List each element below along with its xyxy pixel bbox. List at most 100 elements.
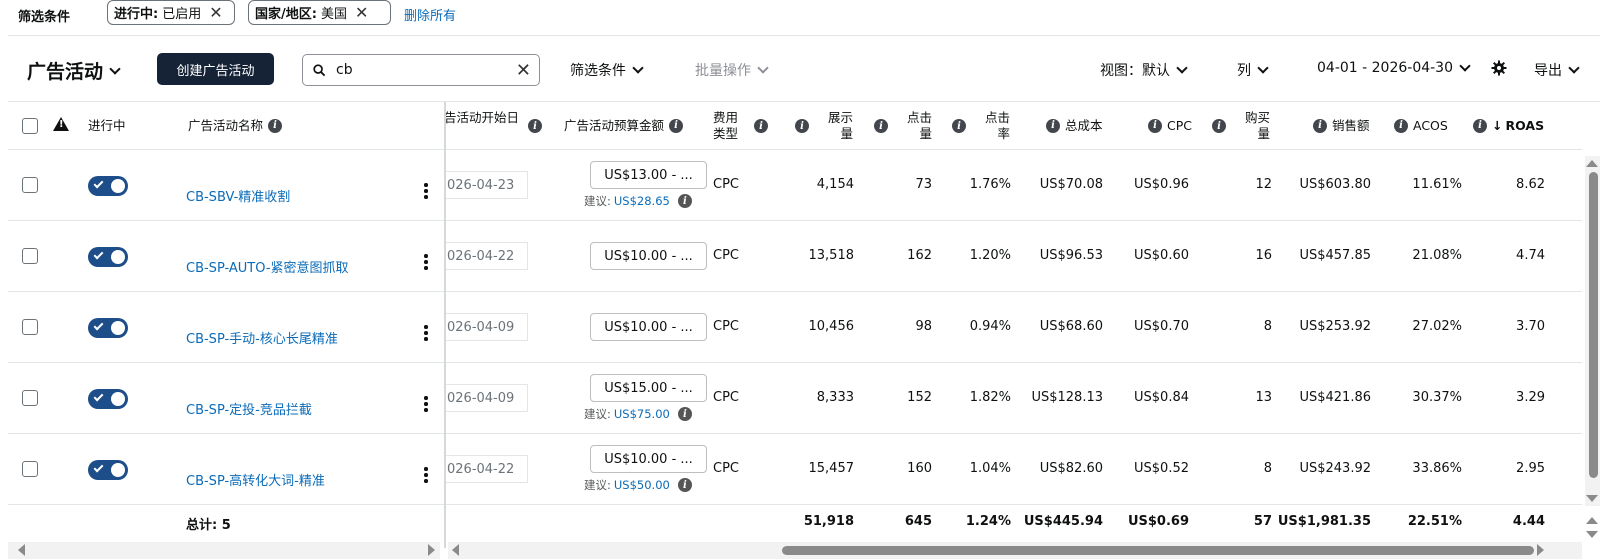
scroll-up-arrow-icon[interactable]: [1586, 517, 1598, 524]
info-icon[interactable]: i: [528, 119, 542, 133]
gear-icon[interactable]: [1491, 60, 1507, 76]
header-impressions[interactable]: 展示 量: [813, 102, 853, 150]
suggestion-value-link[interactable]: US$28.65: [614, 194, 670, 208]
header-cpc[interactable]: i CPC: [1148, 102, 1192, 150]
search-input[interactable]: [336, 62, 506, 78]
budget-input[interactable]: US$10.00 - ...: [590, 242, 707, 270]
info-icon[interactable]: i: [1473, 119, 1487, 133]
info-icon[interactable]: i: [874, 119, 888, 133]
header-acos[interactable]: i ACOS: [1394, 102, 1448, 150]
row-checkbox[interactable]: [22, 319, 38, 335]
info-icon[interactable]: i: [268, 119, 283, 133]
horizontal-scroll-thumb[interactable]: [782, 546, 1534, 555]
scroll-down-arrow-icon[interactable]: [1586, 495, 1598, 502]
info-icon[interactable]: i: [677, 407, 692, 421]
suggestion-value-link[interactable]: US$75.00: [614, 407, 670, 421]
purchases: 13: [1255, 390, 1272, 405]
more-options-icon[interactable]: [424, 254, 428, 270]
info-icon[interactable]: i: [952, 119, 966, 133]
suggestion-value-link[interactable]: US$50.00: [614, 478, 670, 492]
active-toggle[interactable]: [88, 247, 128, 267]
campaign-name-link[interactable]: CB-SP-高转化大词-精准: [186, 470, 325, 489]
row-checkbox[interactable]: [22, 461, 38, 477]
info-icon[interactable]: i: [1046, 119, 1060, 133]
active-toggle[interactable]: [88, 460, 128, 480]
filter-dropdown[interactable]: 筛选条件: [570, 60, 644, 80]
budget-input[interactable]: US$10.00 - ...: [590, 445, 707, 473]
info-icon[interactable]: i: [795, 119, 809, 133]
close-icon[interactable]: ✕: [355, 4, 368, 21]
campaign-name-link[interactable]: CB-SP-定投-竞品拦截: [186, 399, 312, 418]
clear-all-filters-link[interactable]: 删除所有: [404, 5, 456, 24]
more-options-icon[interactable]: [424, 325, 428, 341]
info-icon[interactable]: i: [1313, 119, 1327, 133]
campaign-name-link[interactable]: CB-SBV-精准收割: [186, 186, 290, 205]
budget-input[interactable]: US$13.00 - ...: [590, 161, 707, 189]
header-roas[interactable]: i ↓ ROAS: [1473, 102, 1544, 150]
chevron-down-icon: [109, 62, 121, 75]
date-range-label: 04-01 - 2026-04-30: [1317, 60, 1453, 76]
start-date-field[interactable]: 026-04-23: [444, 171, 528, 199]
date-range-dropdown[interactable]: 04-01 - 2026-04-30: [1317, 60, 1471, 76]
row-checkbox[interactable]: [22, 248, 38, 264]
info-icon[interactable]: i: [1394, 119, 1408, 133]
scroll-left-arrow-icon[interactable]: [18, 544, 25, 556]
header-start-date[interactable]: 告活动开始日: [444, 94, 519, 142]
header-purchases[interactable]: 购买 量: [1230, 102, 1270, 150]
active-toggle[interactable]: [88, 318, 128, 338]
scroll-left-arrow-icon[interactable]: [452, 544, 459, 556]
create-campaign-button[interactable]: 创建广告活动: [157, 53, 274, 85]
start-date-field[interactable]: 026-04-09: [444, 313, 528, 341]
close-icon[interactable]: ✕: [209, 4, 222, 21]
info-icon[interactable]: i: [669, 119, 684, 133]
info-icon[interactable]: i: [1148, 119, 1162, 133]
columns-dropdown[interactable]: 列: [1237, 60, 1269, 80]
active-toggle[interactable]: [88, 389, 128, 409]
info-icon[interactable]: i: [677, 478, 692, 492]
search-box[interactable]: ✕: [302, 54, 540, 86]
scroll-up-arrow-icon[interactable]: [1586, 160, 1598, 167]
left-horizontal-scrollbar[interactable]: [8, 542, 440, 559]
header-active[interactable]: 进行中: [88, 102, 126, 150]
header-sales[interactable]: i 销售额: [1313, 102, 1370, 150]
chevron-down-icon: [1568, 62, 1580, 74]
view-dropdown[interactable]: 视图：默认: [1100, 60, 1188, 80]
start-date-field[interactable]: 026-04-09: [444, 384, 528, 412]
info-icon[interactable]: i: [754, 119, 768, 133]
page-title: 广告活动: [27, 61, 104, 83]
more-options-icon[interactable]: [424, 467, 428, 483]
vertical-scroll-thumb[interactable]: [1589, 172, 1598, 478]
campaign-name-link[interactable]: CB-SP-手动-核心长尾精准: [186, 328, 338, 347]
filter-chip-active[interactable]: 进行中: 已启用 ✕: [107, 0, 235, 25]
more-options-icon[interactable]: [424, 396, 428, 412]
more-options-icon[interactable]: [424, 183, 428, 199]
view-label: 视图：默认: [1100, 63, 1170, 79]
header-cost-type[interactable]: 费用 类型: [713, 102, 738, 150]
select-all-checkbox[interactable]: [22, 118, 38, 134]
active-toggle[interactable]: [88, 176, 128, 196]
scroll-right-arrow-icon[interactable]: [428, 544, 435, 556]
info-icon[interactable]: i: [1212, 119, 1226, 133]
header-clicks[interactable]: 点击 量: [892, 102, 932, 150]
bulk-actions-dropdown[interactable]: 批量操作: [695, 60, 769, 80]
filter-chip-country[interactable]: 国家/地区: 美国 ✕: [248, 0, 391, 25]
budget-input[interactable]: US$15.00 - ...: [590, 374, 707, 402]
clear-search-icon[interactable]: ✕: [516, 60, 531, 81]
scroll-right-arrow-icon[interactable]: [1537, 544, 1544, 556]
cost-type: CPC: [713, 461, 739, 476]
campaign-name-link[interactable]: CB-SP-AUTO-紧密意图抓取: [186, 257, 349, 276]
start-date-field[interactable]: 026-04-22: [444, 242, 528, 270]
start-date-field[interactable]: 026-04-22: [444, 455, 528, 483]
row-checkbox[interactable]: [22, 390, 38, 406]
impressions: 15,457: [808, 461, 855, 476]
row-checkbox[interactable]: [22, 177, 38, 193]
header-budget[interactable]: 广告活动预算金额 i: [564, 102, 684, 150]
page-title-dropdown[interactable]: 广告活动: [27, 57, 121, 84]
header-ctr[interactable]: 点击 率: [968, 102, 1010, 150]
export-dropdown[interactable]: 导出: [1534, 60, 1580, 80]
header-total-cost[interactable]: i 总成本: [1046, 102, 1103, 150]
budget-input[interactable]: US$10.00 - ...: [590, 313, 707, 341]
scroll-down-arrow-icon[interactable]: [1586, 531, 1598, 538]
info-icon[interactable]: i: [677, 194, 692, 208]
header-campaign-name[interactable]: 广告活动名称 i: [188, 102, 283, 150]
